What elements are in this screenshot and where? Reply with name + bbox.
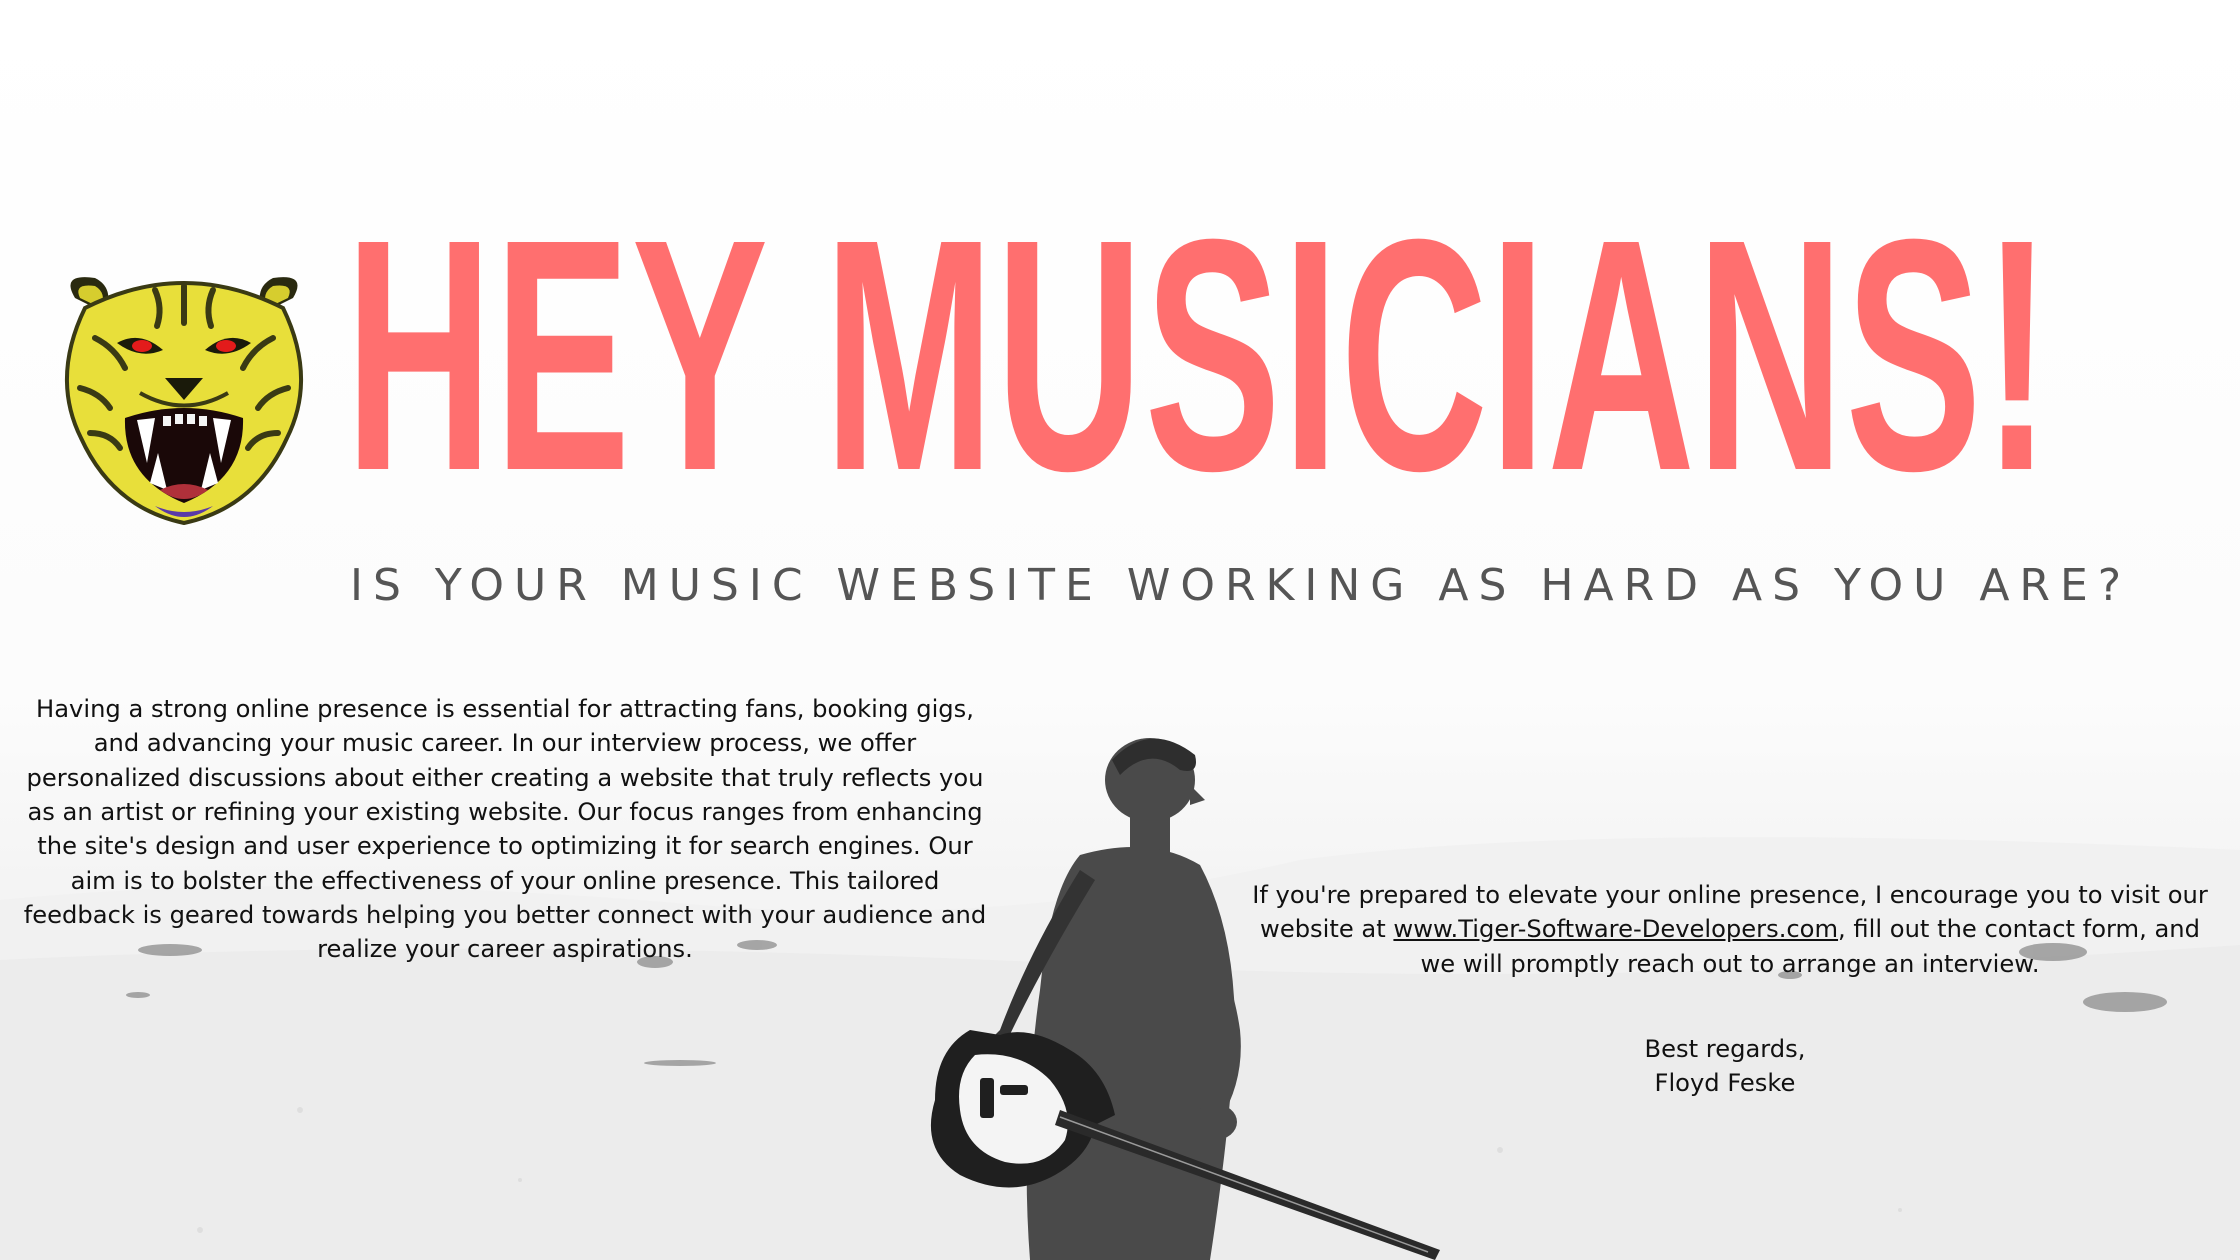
contact-call-to-action: If you're prepared to elevate your onlin…: [1245, 878, 2215, 981]
poster-page: HEY MUSICIANS! IS YOUR MUSIC WEBSITE WOR…: [0, 0, 2240, 1260]
author-name: Floyd Feske: [1654, 1069, 1796, 1098]
website-link[interactable]: www.Tiger-Software-Developers.com: [1393, 915, 1838, 943]
signature-block: Best regards, Floyd Feske: [1560, 1032, 1890, 1101]
guitarist-silhouette-icon: [930, 738, 1440, 1260]
subheading: IS YOUR MUSIC WEBSITE WORKING AS HARD AS…: [350, 560, 2132, 611]
closing-text: Best regards,: [1644, 1035, 1806, 1063]
headline: HEY MUSICIANS!: [345, 170, 2053, 539]
tiger-head-icon: [65, 277, 303, 526]
intro-paragraph: Having a strong online presence is essen…: [23, 695, 987, 964]
